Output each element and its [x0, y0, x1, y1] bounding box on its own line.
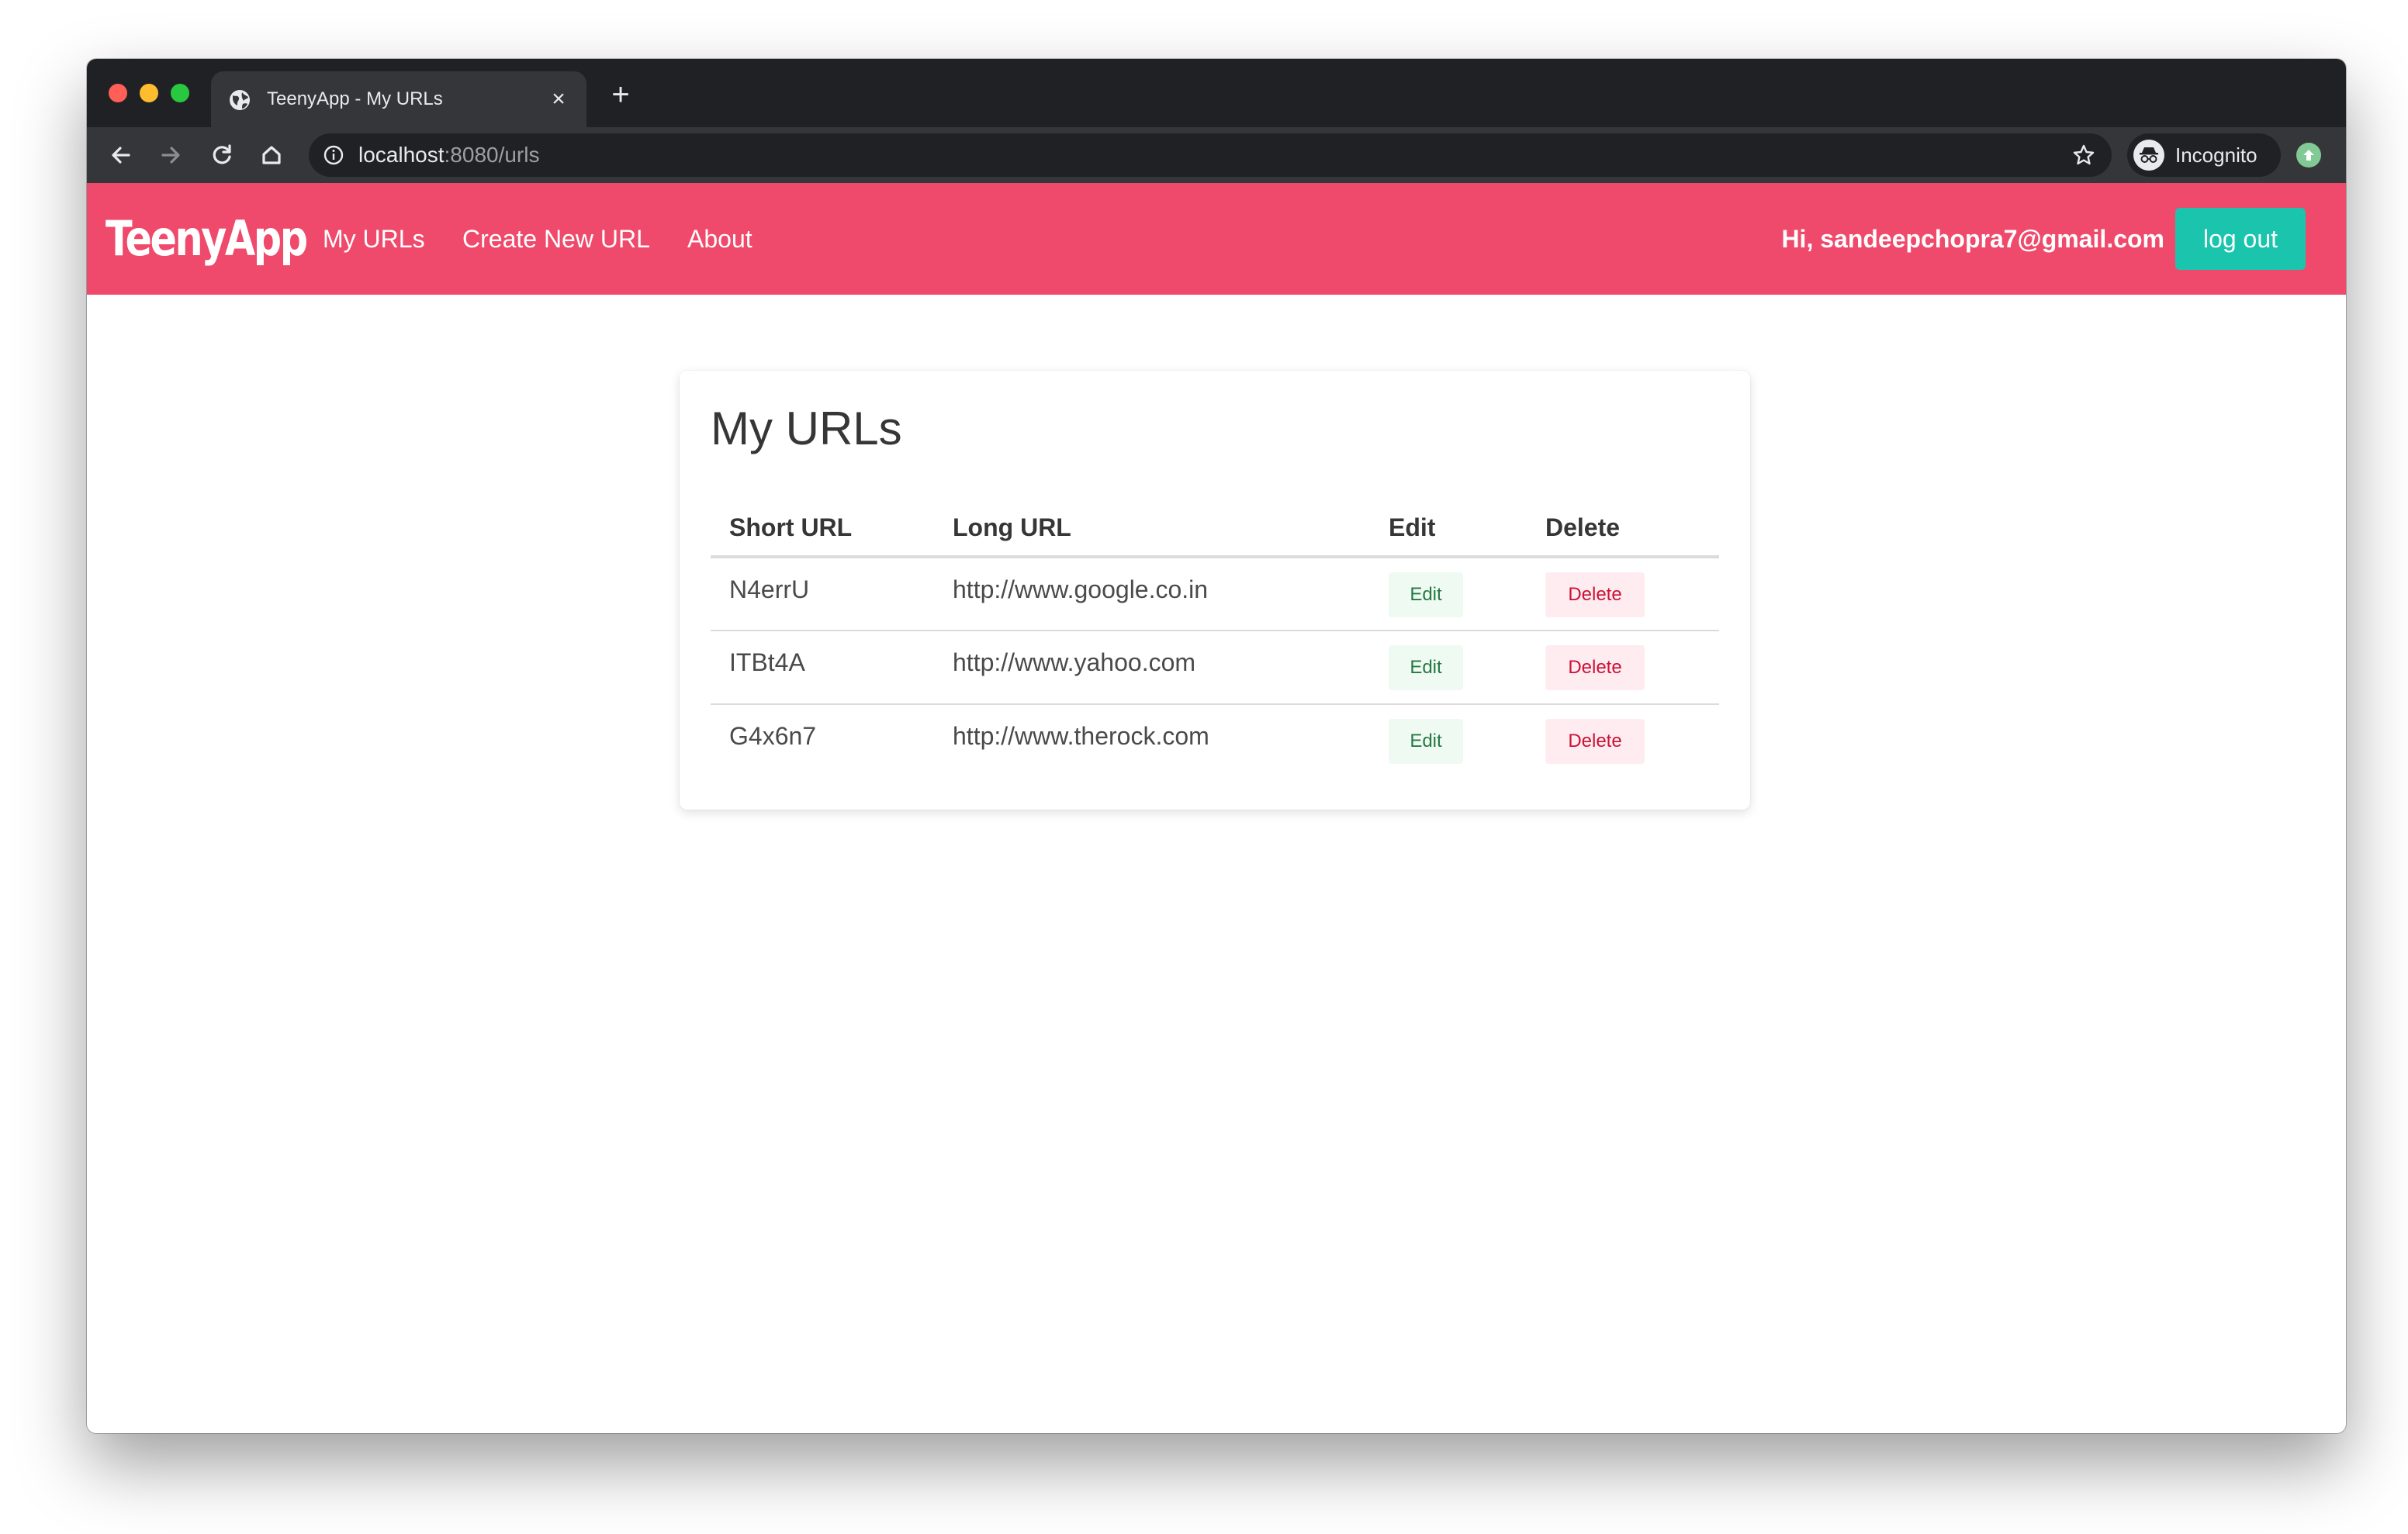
forward-arrow-icon[interactable] — [154, 138, 188, 172]
logout-button[interactable]: log out — [2175, 208, 2306, 270]
urls-card: My URLs Short URL Long URL Edit Delete N… — [680, 371, 1750, 810]
incognito-profile-button[interactable]: Incognito — [2127, 133, 2281, 177]
incognito-icon — [2133, 140, 2164, 171]
globe-icon — [228, 88, 251, 112]
close-window-button[interactable] — [109, 84, 127, 102]
home-icon[interactable] — [254, 138, 289, 172]
header-long-url: Long URL — [934, 499, 1370, 558]
app-navbar: TeenyApp My URLs Create New URL About Hi… — [87, 183, 2346, 295]
header-delete: Delete — [1527, 499, 1719, 558]
header-edit: Edit — [1370, 499, 1527, 558]
long-url-cell: http://www.google.co.in — [934, 557, 1370, 631]
edit-cell: Edit — [1370, 631, 1527, 705]
bookmark-star-icon[interactable] — [2071, 143, 2096, 168]
long-url-cell: http://www.therock.com — [953, 722, 1209, 750]
browser-window: TeenyApp - My URLs × + localhost:8080/ur… — [87, 59, 2346, 1433]
tab-title: TeenyApp - My URLs — [267, 88, 443, 109]
url-path: :8080/urls — [444, 143, 540, 167]
long-url-cell: http://www.yahoo.com — [934, 631, 1370, 705]
incognito-label: Incognito — [2175, 143, 2258, 167]
tab-teenyapp[interactable]: TeenyApp - My URLs × — [211, 71, 586, 127]
edit-button[interactable]: Edit — [1389, 719, 1463, 764]
address-bar[interactable]: localhost:8080/urls — [309, 133, 2112, 177]
nav-my-urls[interactable]: My URLs — [323, 183, 425, 295]
delete-cell: Delete — [1527, 631, 1719, 705]
header-short-url: Short URL — [711, 499, 934, 558]
edit-button[interactable]: Edit — [1389, 645, 1463, 690]
edit-button[interactable]: Edit — [1389, 572, 1463, 617]
tab-strip: TeenyApp - My URLs × + — [87, 59, 2346, 127]
browser-toolbar: localhost:8080/urls Incognito — [87, 127, 2346, 183]
table-row: ITBt4A http://www.yahoo.com Edit Delete — [711, 631, 1719, 705]
url-host: localhost — [358, 143, 445, 167]
close-tab-icon[interactable]: × — [545, 85, 573, 113]
edit-cell: Edit — [1370, 557, 1527, 631]
edit-cell: Edit — [1370, 704, 1527, 778]
back-arrow-icon[interactable] — [104, 138, 138, 172]
table-row: G4x6n7 http://www.therock.com Edit Delet… — [711, 704, 1719, 778]
new-tab-button[interactable]: + — [605, 79, 636, 110]
delete-cell: Delete — [1527, 557, 1719, 631]
nav-create-new-url[interactable]: Create New URL — [462, 183, 650, 295]
reload-icon[interactable] — [205, 138, 239, 172]
short-url-cell[interactable]: G4x6n7 — [711, 704, 934, 778]
user-greeting: Hi, sandeepchopra7@gmail.com — [1781, 225, 2164, 253]
site-info-icon[interactable] — [323, 144, 344, 166]
delete-button[interactable]: Delete — [1545, 719, 1645, 764]
update-arrow-icon[interactable] — [2296, 143, 2321, 168]
table-header-row: Short URL Long URL Edit Delete — [711, 499, 1719, 558]
delete-button[interactable]: Delete — [1545, 572, 1645, 617]
page-title: My URLs — [711, 403, 902, 454]
delete-cell: Delete — [1527, 704, 1719, 778]
maximize-window-button[interactable] — [171, 84, 189, 102]
nav-about[interactable]: About — [687, 183, 752, 295]
brand-logo[interactable]: TeenyApp — [106, 183, 308, 295]
urls-table: Short URL Long URL Edit Delete N4errU ht… — [711, 499, 1719, 778]
delete-button[interactable]: Delete — [1545, 645, 1645, 690]
minimize-window-button[interactable] — [140, 84, 158, 102]
table-row: N4errU http://www.google.co.in Edit Dele… — [711, 557, 1719, 631]
short-url-cell[interactable]: N4errU — [711, 557, 934, 631]
address-url: localhost:8080/urls — [358, 133, 539, 177]
short-url-cell[interactable]: ITBt4A — [711, 631, 934, 705]
